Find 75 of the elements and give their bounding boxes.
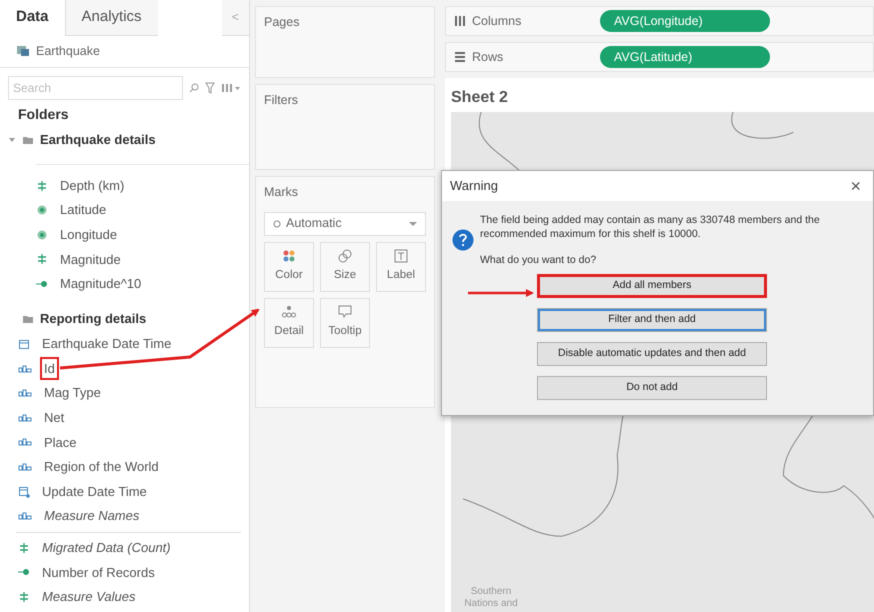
pane-tab[interactable]: Analytics xyxy=(64,0,158,36)
field-item[interactable]: Latitude xyxy=(56,198,110,222)
search-icon xyxy=(189,82,199,93)
measure-icon xyxy=(18,590,30,603)
field-item[interactable]: Measure Names xyxy=(40,504,144,528)
field-item[interactable]: Earthquake Date Time xyxy=(38,332,176,356)
field-item[interactable]: Place xyxy=(40,430,81,454)
mark-type-dropdown[interactable]: Automatic xyxy=(264,212,426,236)
search-field[interactable]: Search xyxy=(8,76,183,100)
datasource-name[interactable]: Earthquake xyxy=(36,42,100,61)
text-field-icon xyxy=(18,510,32,522)
dialog-button[interactable]: Filter and then add xyxy=(537,308,767,332)
field-item[interactable]: Region of the World xyxy=(40,455,163,479)
map-label: Southern Nations and xyxy=(463,586,519,610)
text-field-icon xyxy=(18,436,32,448)
warning-message: The field being added may contain as many as 330748 members and the recommended maximum for this shelf is 10000. xyxy=(480,213,821,242)
field-item[interactable]: Update Date Time xyxy=(38,480,151,504)
filters-label: Filters xyxy=(264,93,298,107)
shelf-label: Rows xyxy=(472,48,504,66)
field-item[interactable]: Magnitude^10 xyxy=(56,272,146,296)
pages-label: Pages xyxy=(264,15,300,29)
folders-heading: Folders xyxy=(17,104,70,124)
text-field-icon xyxy=(18,412,32,424)
calendar-icon xyxy=(18,338,30,350)
sheet-title: Sheet 2 xyxy=(451,88,509,108)
size-icon xyxy=(338,249,352,264)
folder-icon xyxy=(22,134,34,144)
circle-icon xyxy=(273,220,281,228)
field-item[interactable]: Id xyxy=(40,356,59,380)
marks-card-button[interactable]: Detail xyxy=(264,298,314,348)
columns-icon xyxy=(454,15,466,27)
close-button[interactable]: × xyxy=(846,172,865,200)
field-item[interactable]: Longitude xyxy=(56,222,122,246)
field-item[interactable]: Migrated Data (Count) xyxy=(38,536,175,560)
shelf-label: Columns xyxy=(472,12,522,30)
question-icon xyxy=(452,229,474,251)
marks-card-button[interactable]: Tooltip xyxy=(320,298,370,348)
label-icon xyxy=(394,249,408,264)
folder-row[interactable]: Reporting details xyxy=(0,306,154,332)
columns-view-icon xyxy=(221,82,241,93)
detail-icon xyxy=(282,305,296,320)
field-item[interactable]: Number of Records xyxy=(38,560,159,584)
color-swatch-icon xyxy=(282,249,296,264)
measure-icon xyxy=(36,253,48,266)
dialog-title: Warning xyxy=(450,177,498,196)
field-item[interactable]: Mag Type xyxy=(40,381,105,405)
globe-icon xyxy=(36,204,48,216)
folder-icon xyxy=(22,314,34,324)
folder-row[interactable]: Earthquake details xyxy=(0,126,164,152)
globe-icon xyxy=(36,228,48,241)
marks-title: Marks xyxy=(264,184,300,201)
datasource-icon xyxy=(16,45,30,58)
marks-card-button[interactable]: Label xyxy=(376,242,426,292)
tooltip-icon xyxy=(338,305,352,320)
marks-card-button[interactable]: Color xyxy=(264,242,314,292)
dropdown-arrow-icon xyxy=(409,220,417,227)
text-field-icon xyxy=(18,387,32,400)
question-text: What do you want to do? xyxy=(480,253,598,268)
field-item[interactable]: Net xyxy=(40,406,68,430)
measure-icon xyxy=(18,542,30,554)
field-item[interactable]: Depth (km) xyxy=(56,174,128,198)
field-item[interactable]: Magnitude xyxy=(56,248,125,272)
calendar-icon xyxy=(18,486,30,498)
measure-icon xyxy=(36,180,48,192)
dialog-button[interactable]: Add all members xyxy=(537,274,767,298)
marks-card-button[interactable]: Size xyxy=(320,242,370,292)
text-field-icon xyxy=(18,362,32,375)
annotation-arrow xyxy=(468,289,534,297)
text-field-icon xyxy=(18,460,32,473)
rows-icon xyxy=(454,51,466,63)
dialog-button[interactable]: Disable automatic updates and then add xyxy=(537,342,767,366)
caret-icon xyxy=(8,136,16,144)
filter-icon xyxy=(205,82,215,94)
dialog-button[interactable]: Do not add xyxy=(537,376,767,400)
field-item[interactable]: Measure Values xyxy=(38,585,140,609)
